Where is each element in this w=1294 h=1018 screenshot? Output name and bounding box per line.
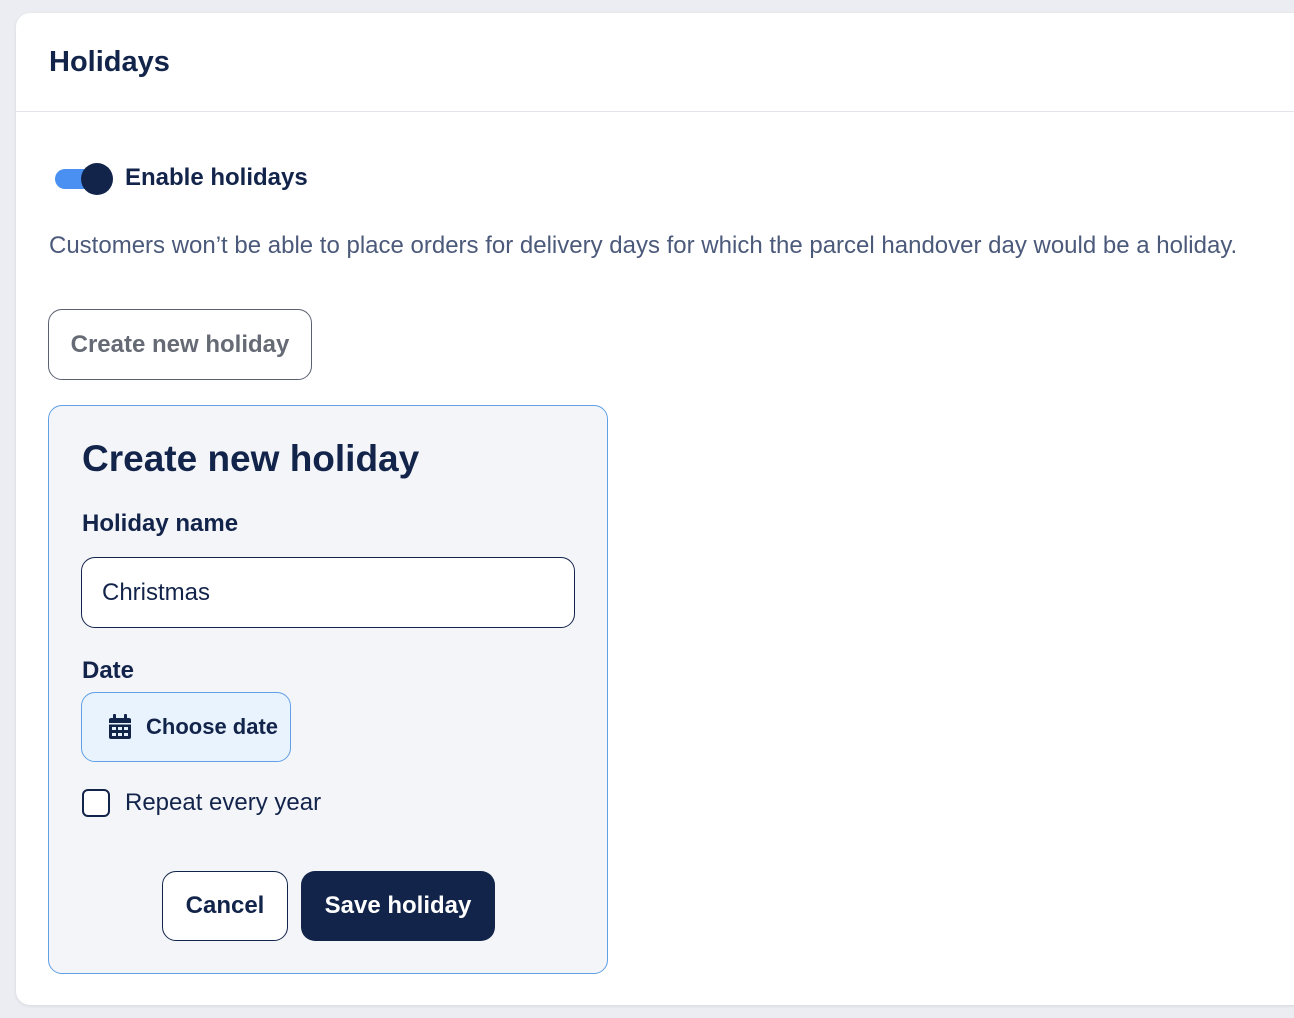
create-holiday-form: Create new holiday Holiday name Date	[48, 405, 608, 974]
enable-holidays-row: Enable holidays	[55, 161, 308, 195]
page-title: Holidays	[49, 45, 170, 78]
calendar-icon	[108, 714, 132, 740]
enable-holidays-label: Enable holidays	[125, 164, 308, 191]
repeat-every-year-row: Repeat every year	[82, 789, 321, 817]
holiday-name-label: Holiday name	[82, 510, 239, 537]
repeat-every-year-checkbox[interactable]	[82, 789, 110, 817]
holidays-card: Holidays Enable holidays Customers won’t…	[16, 13, 1294, 1005]
date-label: Date	[82, 657, 135, 684]
holiday-name-input[interactable]	[81, 557, 575, 628]
card-header: Holidays	[16, 13, 1294, 112]
form-title: Create new holiday	[82, 438, 420, 479]
choose-date-label: Choose date	[146, 714, 279, 739]
enable-holidays-toggle[interactable]	[55, 161, 115, 195]
choose-date-button[interactable]: Choose date	[81, 692, 291, 762]
toggle-knob	[81, 163, 113, 195]
cancel-button[interactable]: Cancel	[162, 871, 288, 941]
create-new-holiday-button[interactable]: Create new holiday	[48, 309, 312, 380]
save-holiday-button[interactable]: Save holiday	[301, 871, 495, 941]
holidays-description: Customers won’t be able to place orders …	[49, 232, 1238, 259]
repeat-every-year-label: Repeat every year	[125, 789, 322, 816]
